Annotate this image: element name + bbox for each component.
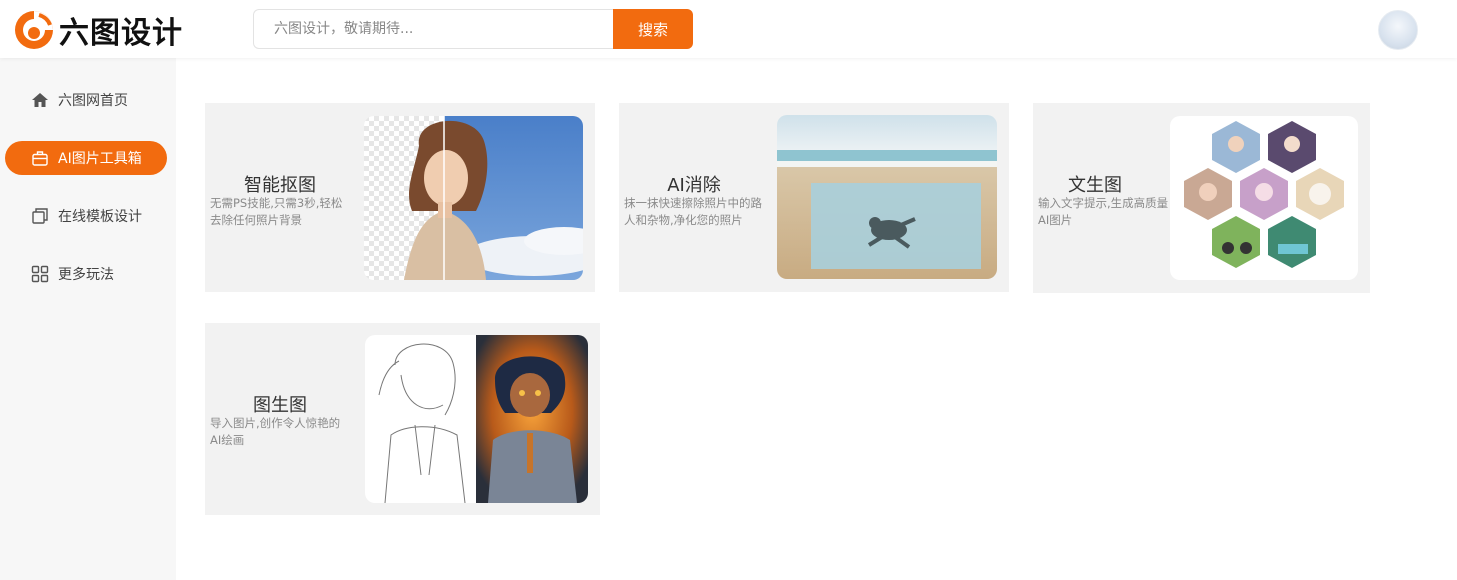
user-avatar[interactable] [1378,10,1418,50]
search-input[interactable] [253,9,613,49]
sidebar-item-label: 六图网首页 [58,93,128,109]
card-title: 图生图 [253,395,307,416]
tool-card-cutout[interactable]: 智能抠图 无需PS技能,只需3秒,轻松去除任何照片背景 [205,103,595,292]
tool-card-text-to-image[interactable]: 文生图 输入文字提示,生成高质量AI图片 [1033,103,1370,293]
card-description: 导入图片,创作令人惊艳的AI绘画 [210,416,341,447]
home-icon [30,90,50,110]
sidebar-item-label: 更多玩法 [58,267,114,283]
toolbox-icon [30,148,50,168]
card-description: 无需PS技能,只需3秒,轻松去除任何照片背景 [210,196,343,227]
cutout-preview-image [364,116,583,280]
grid-icon [30,264,50,284]
template-icon [30,206,50,226]
sidebar-item-more[interactable]: 更多玩法 [5,257,167,291]
search-button[interactable]: 搜索 [613,9,693,49]
card-title: 文生图 [1068,175,1122,196]
eraser-preview-image [777,115,997,279]
text-to-image-preview [1170,116,1358,280]
sidebar-item-label: 在线模板设计 [58,209,142,225]
image-to-image-preview [365,335,588,503]
sidebar-item-label: AI图片工具箱 [58,151,142,167]
logo[interactable]: 六图设计 [13,8,183,52]
sidebar-item-home[interactable]: 六图网首页 [5,83,167,117]
sidebar-item-templates[interactable]: 在线模板设计 [5,199,167,233]
logo-mark-icon [15,11,53,49]
sidebar: 六图网首页 AI图片工具箱 在线模板设计 更多玩法 [0,58,176,580]
card-title: 智能抠图 [244,175,316,196]
sidebar-item-ai-toolbox[interactable]: AI图片工具箱 [5,141,167,175]
top-header: 六图设计 搜索 [0,0,1457,58]
tool-card-image-to-image[interactable]: 图生图 导入图片,创作令人惊艳的AI绘画 [205,323,600,515]
card-description: 输入文字提示,生成高质量AI图片 [1038,196,1169,227]
search-bar: 搜索 [253,9,693,49]
logo-text: 六图设计 [59,16,183,51]
tool-card-eraser[interactable]: AI消除 抹一抹快速擦除照片中的路人和杂物,净化您的照片 [619,103,1009,292]
card-description: 抹一抹快速擦除照片中的路人和杂物,净化您的照片 [624,196,762,227]
card-title: AI消除 [667,175,721,196]
